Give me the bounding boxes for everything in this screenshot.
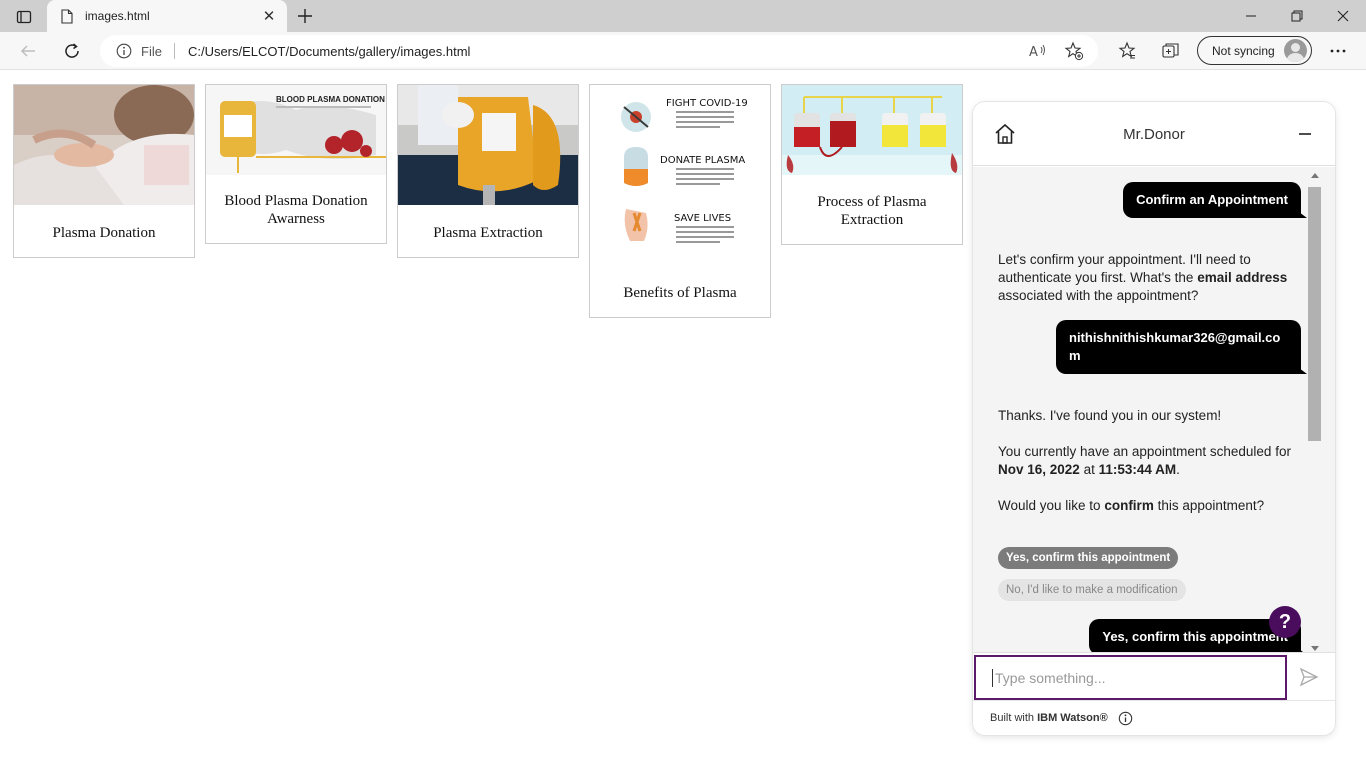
card-caption: Process of Plasma Extraction bbox=[817, 194, 927, 228]
minimize-icon bbox=[1299, 133, 1311, 135]
add-favorite-icon[interactable] bbox=[1062, 39, 1086, 63]
chat-input-row: Type something... bbox=[973, 652, 1335, 700]
url-text[interactable]: C:/Users/ELCOT/Documents/gallery/images.… bbox=[188, 44, 1026, 59]
minimize-window-button[interactable] bbox=[1228, 0, 1274, 32]
collections-icon bbox=[1162, 43, 1179, 58]
bot-message: You currently have an appointment schedu… bbox=[998, 443, 1303, 479]
refresh-button[interactable] bbox=[58, 37, 86, 65]
bot-text: this appointment? bbox=[1153, 498, 1265, 513]
profile-avatar-icon bbox=[1284, 39, 1307, 62]
read-aloud-icon[interactable]: A bbox=[1026, 39, 1050, 63]
bot-text: Would you like to bbox=[998, 498, 1105, 513]
gallery-card-plasma-donation[interactable]: Plasma Donation bbox=[13, 84, 195, 258]
restore-window-button[interactable] bbox=[1274, 0, 1320, 32]
blood-plasma-donation-poster: BLOOD PLASMA DONATION bbox=[206, 85, 386, 175]
card-caption: Plasma Extraction bbox=[433, 225, 543, 241]
infographic-heading-3: SAVE LIVES bbox=[674, 213, 731, 224]
gallery-card-benefits-of-plasma[interactable]: FIGHT COVID-19 DONATE PLASMA SAVE LIVES … bbox=[589, 84, 771, 318]
tab-actions-button[interactable] bbox=[10, 6, 38, 28]
built-with-label: Built with IBM Watson® bbox=[990, 712, 1108, 724]
bot-text: at bbox=[1079, 462, 1099, 477]
address-separator bbox=[173, 43, 175, 59]
sync-label: Not syncing bbox=[1212, 43, 1275, 58]
chat-widget: Mr.Donor Confirm an Appointment Let's co… bbox=[973, 102, 1335, 735]
user-message: nithishnithishkumar326@gmail.com bbox=[1056, 320, 1307, 374]
user-message: Confirm an Appointment bbox=[1123, 182, 1307, 218]
minimize-icon bbox=[1246, 15, 1256, 17]
send-button[interactable] bbox=[1298, 666, 1320, 688]
card-caption: Benefits of Plasma bbox=[623, 285, 737, 301]
plus-icon bbox=[298, 9, 312, 23]
browser-toolbar: File C:/Users/ELCOT/Documents/gallery/im… bbox=[0, 32, 1366, 70]
favorites-button[interactable] bbox=[1113, 37, 1141, 65]
favorites-star-icon bbox=[1118, 41, 1136, 59]
bot-text: associated with the appointment? bbox=[998, 288, 1199, 303]
bot-message: Thanks. I've found you in our system! bbox=[998, 408, 1222, 423]
infographic-heading-1: FIGHT COVID-19 bbox=[666, 98, 748, 109]
tab-actions-icon bbox=[16, 10, 32, 24]
back-arrow-icon bbox=[20, 45, 35, 57]
scroll-up-icon[interactable] bbox=[1311, 173, 1319, 178]
info-icon[interactable] bbox=[116, 43, 132, 59]
file-page-icon bbox=[59, 8, 75, 24]
new-tab-button[interactable] bbox=[294, 5, 316, 27]
benefits-infographic: FIGHT COVID-19 DONATE PLASMA SAVE LIVES bbox=[590, 85, 770, 265]
restore-icon bbox=[1291, 10, 1303, 22]
bot-text: . bbox=[1176, 462, 1180, 477]
info-icon[interactable] bbox=[1118, 711, 1133, 726]
appointment-time: 11:53:44 AM bbox=[1098, 462, 1177, 477]
plasma-extraction-image bbox=[398, 85, 578, 205]
chat-messages[interactable]: Confirm an Appointment Let's confirm you… bbox=[973, 167, 1335, 652]
option-yes-confirm-button[interactable]: Yes, confirm this appointment bbox=[998, 547, 1179, 569]
settings-more-button[interactable] bbox=[1324, 37, 1352, 65]
chat-title: Mr.Donor bbox=[1123, 126, 1185, 143]
chat-scrollbar[interactable] bbox=[1308, 173, 1321, 651]
close-window-button[interactable] bbox=[1320, 0, 1366, 32]
close-icon bbox=[1337, 10, 1349, 22]
tab-title: images.html bbox=[85, 9, 150, 23]
scroll-down-icon[interactable] bbox=[1311, 646, 1319, 651]
chat-header: Mr.Donor bbox=[973, 102, 1335, 166]
address-bar[interactable]: File C:/Users/ELCOT/Documents/gallery/im… bbox=[100, 35, 1098, 67]
scrollbar-thumb[interactable] bbox=[1308, 187, 1321, 441]
chat-footer: Built with IBM Watson® bbox=[973, 700, 1335, 735]
tab-close-icon[interactable]: ✕ bbox=[259, 6, 279, 26]
collections-button[interactable] bbox=[1157, 37, 1185, 65]
gallery-card-plasma-extraction[interactable]: Plasma Extraction bbox=[397, 84, 579, 258]
plasma-donation-image bbox=[14, 85, 194, 205]
browser-tab[interactable]: images.html ✕ bbox=[47, 0, 287, 32]
back-button[interactable] bbox=[14, 37, 42, 65]
address-file-label: File bbox=[141, 43, 162, 59]
gallery-card-blood-plasma-awareness[interactable]: BLOOD PLASMA DONATION Blood Plasma Donat… bbox=[205, 84, 387, 244]
chat-minimize-button[interactable] bbox=[1295, 124, 1315, 144]
bot-message: Would you like to confirm this appointme… bbox=[998, 497, 1303, 515]
send-icon bbox=[1299, 667, 1319, 687]
appointment-date: Nov 16, 2022 bbox=[998, 462, 1080, 477]
card-caption: Plasma Donation bbox=[52, 225, 156, 241]
input-placeholder: Type something... bbox=[995, 669, 1106, 686]
bot-text-bold: email address bbox=[1197, 270, 1288, 285]
ibm-watson-text: IBM Watson® bbox=[1037, 712, 1108, 724]
option-modify-button[interactable]: No, I'd like to make a modification bbox=[998, 579, 1186, 601]
refresh-icon bbox=[65, 43, 79, 58]
bot-text-bold: confirm bbox=[1104, 498, 1154, 513]
built-with-text: Built with bbox=[990, 712, 1038, 724]
plasma-process-image bbox=[782, 85, 962, 175]
text-caret bbox=[992, 668, 993, 687]
bot-message: Let's confirm your appointment. I'll nee… bbox=[998, 251, 1303, 305]
card-caption: Blood Plasma Donation Awarness bbox=[224, 193, 368, 227]
bot-text: You currently have an appointment schedu… bbox=[998, 444, 1291, 459]
infographic-heading-2: DONATE PLASMA bbox=[660, 155, 745, 166]
svg-text:A: A bbox=[1029, 45, 1038, 59]
profile-sync-button[interactable]: Not syncing bbox=[1197, 36, 1312, 65]
gallery-card-process-of-plasma-extraction[interactable]: Process of Plasma Extraction bbox=[781, 84, 963, 245]
more-dots-icon bbox=[1330, 49, 1346, 53]
tab-bar: images.html ✕ bbox=[0, 0, 1366, 32]
help-button[interactable]: ? bbox=[1269, 606, 1301, 638]
chat-message-input[interactable]: Type something... bbox=[974, 655, 1287, 700]
poster-title: BLOOD PLASMA DONATION bbox=[276, 95, 385, 104]
